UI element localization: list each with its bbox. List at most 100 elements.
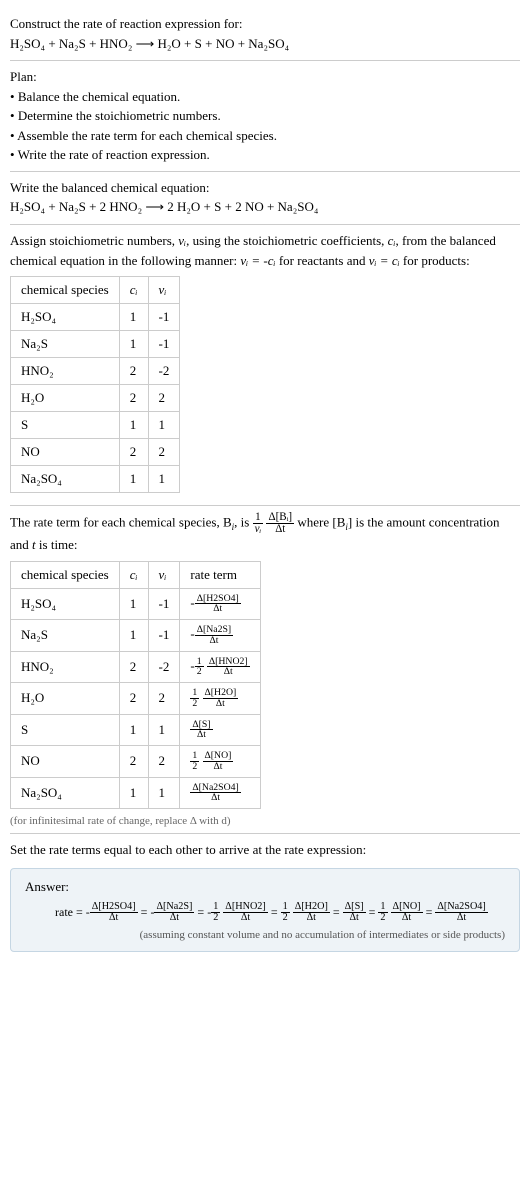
- stoich-section: Assign stoichiometric numbers, νᵢ, using…: [10, 225, 520, 506]
- text: The rate term for each chemical species,…: [10, 515, 232, 530]
- den: Δt: [190, 793, 240, 803]
- frac: Δ[NO]Δt: [391, 902, 423, 923]
- cell-ci: 1: [119, 588, 148, 620]
- cell-vi: -1: [148, 331, 180, 358]
- cell-rate: 12 Δ[H2O]Δt: [180, 683, 260, 715]
- title: Construct the rate of reaction expressio…: [10, 14, 520, 34]
- den: 2: [190, 699, 199, 709]
- table-row: H₂SO₄1-1-Δ[H2SO4]Δt: [11, 588, 261, 620]
- cell-rate: Δ[Na2SO4]Δt: [180, 777, 260, 809]
- balanced-label: Write the balanced chemical equation:: [10, 178, 520, 198]
- cell-rate: -12 Δ[HNO2]Δt: [180, 651, 260, 683]
- cell-rate: -Δ[H2SO4]Δt: [180, 588, 260, 620]
- cell-ci: 1: [119, 304, 148, 331]
- rate-term-section: The rate term for each chemical species,…: [10, 506, 520, 834]
- table-row: Na₂SO₄11: [11, 466, 180, 493]
- rate-frac: Δ[HNO2]Δt: [207, 657, 250, 678]
- answer-label: Answer:: [25, 879, 505, 895]
- balanced-equation: H₂SO₄ + Na₂S + 2 HNO₂ ⟶ 2 H₂O + S + 2 NO…: [10, 197, 520, 218]
- half: 12: [281, 902, 290, 923]
- cell-species: Na₂S: [11, 331, 120, 358]
- den: Δt: [266, 524, 294, 535]
- eq: =: [369, 905, 379, 919]
- set-equal-text: Set the rate terms equal to each other t…: [10, 840, 520, 860]
- cell-vi: 1: [148, 714, 180, 746]
- term: 12 Δ[NO]Δt: [378, 905, 422, 919]
- cell-species: HNO₂: [11, 358, 120, 385]
- plan-item: Balance the chemical equation.: [10, 87, 520, 107]
- cell-vi: 1: [148, 412, 180, 439]
- cell-ci: 2: [119, 746, 148, 778]
- half: 12: [378, 902, 387, 923]
- dBi-dt: Δ[Bᵢ]Δt: [266, 512, 294, 535]
- eq: =: [197, 905, 207, 919]
- table-row: NO2212 Δ[NO]Δt: [11, 746, 261, 778]
- eq: =: [333, 905, 343, 919]
- den: 2: [190, 762, 199, 772]
- text: for reactants and: [276, 253, 369, 268]
- cell-ci: 1: [119, 777, 148, 809]
- cell-ci: 1: [119, 412, 148, 439]
- plan-item: Write the rate of reaction expression.: [10, 145, 520, 165]
- rate-frac: Δ[Na2SO4]Δt: [190, 783, 240, 804]
- frac: Δ[Na2S]Δt: [154, 902, 194, 923]
- den: νᵢ: [253, 524, 264, 535]
- term: -12 Δ[HNO2]Δt: [207, 905, 268, 919]
- den: 2: [378, 913, 387, 923]
- den: Δt: [195, 604, 241, 614]
- one-over-nu: 1νᵢ: [253, 512, 264, 535]
- cell-ci: 2: [119, 683, 148, 715]
- term: -Δ[Na2S]Δt: [150, 905, 194, 919]
- cell-vi: -2: [148, 651, 180, 683]
- cell-vi: 2: [148, 385, 180, 412]
- plan-item: Determine the stoichiometric numbers.: [10, 106, 520, 126]
- table-row: HNO₂2-2-12 Δ[HNO2]Δt: [11, 651, 261, 683]
- text: for products:: [400, 253, 470, 268]
- rate-frac: Δ[Na2S]Δt: [195, 625, 233, 646]
- answer-section: Set the rate terms equal to each other t…: [10, 834, 520, 966]
- cell-ci: 1: [119, 714, 148, 746]
- cell-vi: 2: [148, 683, 180, 715]
- cell-vi: -1: [148, 588, 180, 620]
- plan-label: Plan:: [10, 67, 520, 87]
- table-row: Na₂S1-1: [11, 331, 180, 358]
- cell-species: Na₂SO₄: [11, 466, 120, 493]
- eq-reactants: νᵢ = -cᵢ: [240, 253, 275, 268]
- eq: =: [141, 905, 151, 919]
- den: Δt: [195, 636, 233, 646]
- unbalanced-equation: H₂SO₄ + Na₂S + HNO₂ ⟶ H₂O + S + NO + Na₂…: [10, 34, 520, 55]
- plan-section: Plan: Balance the chemical equation. Det…: [10, 61, 520, 172]
- table-header-row: chemical species cᵢ νᵢ rate term: [11, 561, 261, 588]
- plan-list: Balance the chemical equation. Determine…: [10, 87, 520, 165]
- table-row: H₂O2212 Δ[H2O]Δt: [11, 683, 261, 715]
- header-section: Construct the rate of reaction expressio…: [10, 8, 520, 61]
- text: is time:: [36, 537, 78, 552]
- rate-frac: Δ[S]Δt: [190, 720, 212, 741]
- infinitesimal-note: (for infinitesimal rate of change, repla…: [10, 815, 520, 827]
- stoich-table: chemical species cᵢ νᵢ H₂SO₄1-1 Na₂S1-1 …: [10, 276, 180, 493]
- table-row: NO22: [11, 439, 180, 466]
- rate-intro: The rate term for each chemical species,…: [10, 512, 520, 555]
- table-header-row: chemical species cᵢ νᵢ: [11, 277, 180, 304]
- rate-frac: Δ[H2O]Δt: [203, 688, 239, 709]
- cell-vi: -2: [148, 358, 180, 385]
- cell-ci: 1: [119, 620, 148, 652]
- cell-species: HNO₂: [11, 651, 120, 683]
- cell-vi: 2: [148, 439, 180, 466]
- cell-ci: 2: [119, 439, 148, 466]
- answer-assumption: (assuming constant volume and no accumul…: [25, 929, 505, 941]
- frac: Δ[H2SO4]Δt: [90, 902, 138, 923]
- answer-equation: rate = -Δ[H2SO4]Δt = -Δ[Na2S]Δt = -12 Δ[…: [25, 899, 505, 925]
- col-rate: rate term: [180, 561, 260, 588]
- frac: Δ[HNO2]Δt: [223, 902, 268, 923]
- term: Δ[S]Δt: [343, 905, 366, 919]
- table-row: Na₂SO₄11Δ[Na2SO4]Δt: [11, 777, 261, 809]
- cell-ci: 1: [119, 331, 148, 358]
- den: Δt: [207, 667, 250, 677]
- cell-species: H₂O: [11, 683, 120, 715]
- den: Δt: [190, 730, 212, 740]
- cell-rate: -Δ[Na2S]Δt: [180, 620, 260, 652]
- stoich-intro: Assign stoichiometric numbers, νᵢ, using…: [10, 231, 520, 270]
- text: , is: [234, 515, 252, 530]
- den: Δt: [90, 913, 138, 923]
